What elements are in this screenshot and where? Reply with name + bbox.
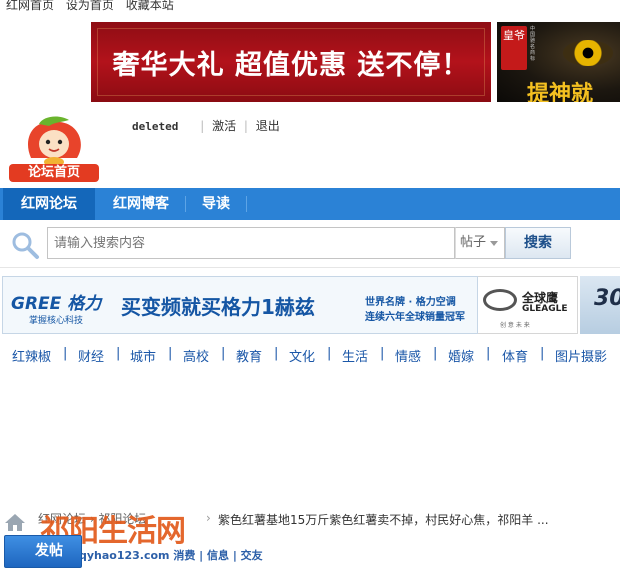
channel-divider: | xyxy=(274,346,279,361)
search-input[interactable] xyxy=(48,228,454,258)
nav-tab-forum[interactable]: 红网论坛 xyxy=(3,188,95,220)
channel-link-culture[interactable]: 文化 xyxy=(289,346,315,365)
nav-tab-blog[interactable]: 红网博客 xyxy=(97,188,185,220)
search-icon xyxy=(12,232,39,259)
channel-link-life[interactable]: 生活 xyxy=(342,346,368,365)
logout-link[interactable]: 退出 xyxy=(256,119,280,133)
gree-slogan-1: 世界名牌 · 格力空调 xyxy=(365,297,456,308)
top-link-set-homepage[interactable]: 设为首页 xyxy=(66,0,114,12)
top-link-bar: 红网首页 设为首页 收藏本站 xyxy=(0,0,620,14)
brand-seal: 皇爷 xyxy=(501,26,527,70)
channel-divider: | xyxy=(540,346,545,361)
top-link-bookmark[interactable]: 收藏本站 xyxy=(126,0,174,12)
main-nav: 红网论坛 红网博客 导读 xyxy=(0,188,620,220)
mascot-icon xyxy=(27,116,81,167)
search-type-value: 帖子 xyxy=(460,235,487,250)
gree-headline: 买变频就买格力1赫兹 xyxy=(121,295,315,319)
gree-slogan-2: 连续六年全球销量冠军 xyxy=(365,312,465,323)
channel-divider: | xyxy=(433,346,438,361)
ad-gleagle-banner[interactable]: 全球鹰 GLEAGLE 创 意 未 来 xyxy=(478,276,578,334)
search-bar: 帖子 搜索 xyxy=(0,220,620,268)
channel-divider: | xyxy=(327,346,332,361)
channel-links: 红辣椒 | 财经 | 城市 | 高校 | 教育 | 文化 | 生活 | 情感 |… xyxy=(0,344,620,366)
channel-link-sports[interactable]: 体育 xyxy=(502,346,528,365)
channel-divider: | xyxy=(168,346,173,361)
username-link[interactable]: deleted xyxy=(132,120,178,133)
channel-link-photo[interactable]: 图片摄影 xyxy=(555,346,607,365)
gleagle-tagline: 创 意 未 来 xyxy=(500,322,530,329)
channel-link-college[interactable]: 高校 xyxy=(183,346,209,365)
chevron-down-icon xyxy=(490,241,498,246)
banner-ad-main[interactable]: 奢华大礼 超值优惠 送不停！ xyxy=(91,22,491,102)
channel-link-city[interactable]: 城市 xyxy=(130,346,156,365)
channel-divider: | xyxy=(221,346,226,361)
search-button[interactable]: 搜索 xyxy=(505,227,571,259)
channel-link-hongjiao[interactable]: 红辣椒 xyxy=(12,346,51,365)
brand-seal-caption: 中国驰名商标 xyxy=(530,26,536,62)
activate-link[interactable]: 激活 xyxy=(212,119,236,133)
banner-ad-side[interactable]: 皇爷 中国驰名商标 提神就 xyxy=(497,22,620,102)
gleagle-logo-icon xyxy=(483,289,517,311)
channel-divider: | xyxy=(116,346,121,361)
home-icon[interactable] xyxy=(4,512,26,532)
forum-logo[interactable]: 论坛首页 xyxy=(9,114,99,182)
channel-link-emotion[interactable]: 情感 xyxy=(395,346,421,365)
channel-divider: | xyxy=(63,346,68,361)
gree-logo: GREE 格力 xyxy=(11,294,102,314)
user-bar-divider: | xyxy=(243,119,248,133)
banner-ad-text: 奢华大礼 超值优惠 送不停！ xyxy=(112,49,470,81)
channel-divider: | xyxy=(380,346,385,361)
breadcrumb: 红网论坛 › 祁阳论坛 › 紫色红薯基地15万斤紫色红薯卖不掉，村民好心焦，祁阳… xyxy=(0,506,620,568)
breadcrumb-current-title: 紫色红薯基地15万斤紫色红薯卖不掉，村民好心焦，祁阳羊 ... xyxy=(218,513,549,527)
new-post-label: 发帖 xyxy=(35,543,63,559)
ad-30-banner[interactable]: 30 xyxy=(580,276,620,334)
gree-tagline: 掌握核心科技 xyxy=(29,316,84,326)
nav-divider xyxy=(246,196,247,212)
channel-link-finance[interactable]: 财经 xyxy=(78,346,104,365)
user-bar-divider: | xyxy=(200,119,205,133)
ad-30-text: 30 xyxy=(594,286,620,311)
search-type-select[interactable]: 帖子 xyxy=(455,227,505,259)
channel-link-wedding[interactable]: 婚嫁 xyxy=(448,346,474,365)
nav-tab-guide[interactable]: 导读 xyxy=(186,188,246,220)
channel-link-education[interactable]: 教育 xyxy=(236,346,262,365)
breadcrumb-separator: › xyxy=(206,511,211,525)
top-link-home[interactable]: 红网首页 xyxy=(6,0,54,12)
search-input-box xyxy=(47,227,455,259)
ad-gree-banner[interactable]: GREE 格力 掌握核心科技 买变频就买格力1赫兹 世界名牌 · 格力空调 连续… xyxy=(2,276,478,334)
gleagle-name-en: GLEAGLE xyxy=(522,304,568,314)
tiger-eye-image xyxy=(563,40,613,66)
user-bar: deleted | 激活 | 退出 xyxy=(132,117,280,134)
banner-side-text: 提神就 xyxy=(527,82,594,102)
new-post-button[interactable]: 发帖 xyxy=(4,535,82,568)
channel-divider: | xyxy=(486,346,491,361)
forum-logo-label: 论坛首页 xyxy=(9,164,99,182)
